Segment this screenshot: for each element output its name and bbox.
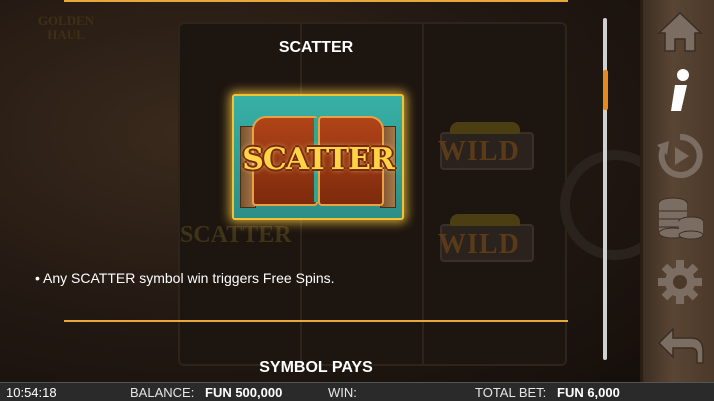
back-button[interactable] — [652, 320, 708, 372]
divider-line — [64, 320, 568, 322]
bet-button[interactable] — [652, 192, 708, 244]
scatter-symbol-image: SCATTER — [232, 94, 404, 220]
info-button[interactable] — [652, 66, 708, 118]
back-arrow-icon — [657, 327, 704, 364]
scatter-rule-text: • Any SCATTER symbol win triggers Free S… — [35, 270, 335, 286]
home-icon — [657, 11, 703, 52]
symbol-pays-section-title: SYMBOL PAYS — [259, 359, 373, 376]
scatter-section-title: SCATTER — [278, 39, 354, 56]
scrollbar-thumb[interactable] — [603, 70, 608, 110]
divider-line — [64, 0, 568, 2]
paytable-info-panel: SCATTER SCATTER • Any SCATTER symbol win… — [0, 0, 600, 380]
right-sidebar — [640, 0, 714, 382]
info-icon — [671, 69, 689, 111]
settings-button[interactable] — [652, 256, 708, 308]
status-bar: 10:54:18 BALANCE: FUN 500,000 WIN: TOTAL… — [0, 382, 714, 401]
gear-icon — [658, 260, 702, 304]
clock-time: 10:54:18 — [6, 385, 57, 400]
scatter-symbol-text: SCATTER — [242, 142, 395, 177]
win-label: WIN: — [328, 385, 357, 400]
balance-value: FUN 500,000 — [205, 385, 283, 400]
balance-label: BALANCE: — [130, 385, 195, 400]
autoplay-icon — [657, 133, 703, 178]
coins-icon — [658, 197, 704, 240]
total-bet-value: FUN 6,000 — [557, 385, 620, 400]
autoplay-button[interactable] — [652, 130, 708, 182]
home-button[interactable] — [652, 6, 708, 58]
total-bet-label: TOTAL BET: — [475, 385, 547, 400]
